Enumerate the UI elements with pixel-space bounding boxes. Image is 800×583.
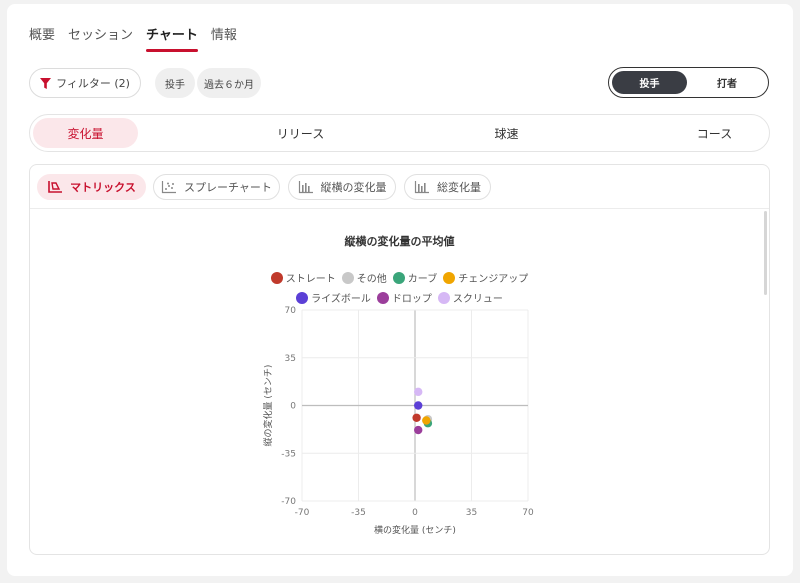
legend-label: ライズボール	[311, 294, 371, 305]
y-tick-label: 70	[285, 306, 297, 316]
chip-period[interactable]: 過去６か月	[197, 68, 261, 98]
toggle-pitcher[interactable]: 投手	[612, 71, 687, 94]
data-point	[412, 413, 421, 422]
legend-label: その他	[356, 274, 387, 285]
legend-swatch	[270, 271, 283, 284]
metric-subnav: 変化量 リリース 球速 コース	[29, 114, 770, 152]
y-tick-label: 35	[285, 354, 296, 364]
chart-title: 縦横の変化量の平均値	[344, 235, 455, 248]
data-point	[423, 414, 433, 424]
legend-label: チェンジアップ	[458, 274, 529, 285]
tab-info[interactable]: 情報	[211, 24, 237, 52]
tab-overview[interactable]: 概要	[29, 24, 55, 52]
tab-charts[interactable]: チャート	[146, 24, 198, 52]
chart-panel: マトリックス スプレーチャート 縦横の変化量 総変化量 縦横の変化量の平均値 ス…	[29, 164, 770, 555]
legend-item[interactable]: ドロップ	[376, 290, 432, 305]
legend-item[interactable]: チェンジアップ	[443, 270, 528, 285]
y-tick-label: 0	[290, 402, 296, 412]
pitcher-batter-toggle: 投手 打者	[608, 67, 769, 98]
data-point	[414, 425, 423, 435]
x-axis-label: 横の変化量 (センチ)	[374, 524, 456, 536]
y-tick-label: -70	[281, 497, 296, 507]
legend-item[interactable]: ライズボール	[296, 290, 371, 305]
panel-tab-total-movement[interactable]: 総変化量	[404, 174, 491, 200]
x-tick-label: -35	[351, 508, 366, 518]
main-tabs: 概要 セッション チャート 情報	[29, 24, 250, 52]
subnav-release[interactable]: リリース	[248, 118, 353, 148]
data-point	[422, 416, 431, 425]
subnav-velocity[interactable]: 球速	[454, 118, 559, 148]
filter-icon	[40, 77, 52, 89]
panel-tabs: マトリックス スプレーチャート 縦横の変化量 総変化量	[30, 165, 769, 209]
legend-swatch	[437, 291, 450, 304]
subnav-movement[interactable]: 変化量	[33, 118, 138, 148]
chart-legend-row-1: ストレート その他 カーブ チェンジアップ	[30, 270, 769, 285]
x-tick-label: 70	[522, 508, 534, 518]
tab-sessions[interactable]: セッション	[68, 24, 133, 52]
filter-label: フィルター (2)	[56, 77, 130, 90]
data-point	[414, 401, 423, 410]
panel-tab-label: マトリックス	[70, 181, 136, 194]
scatter-plot: -70 -35 0 35 70 -70 -35 0 35 70 横の変化量 (センチ) 縦の変化量 (…	[262, 306, 534, 536]
legend-label: ストレート	[285, 274, 336, 285]
data-point	[423, 419, 433, 428]
legend-item[interactable]: カーブ	[392, 270, 438, 285]
subnav-location[interactable]: コース	[662, 118, 767, 148]
data-point	[414, 387, 423, 397]
panel-tab-label: 縦横の変化量	[320, 181, 387, 194]
legend-label: ドロップ	[391, 294, 432, 305]
legend-swatch	[443, 271, 456, 284]
toggle-batter[interactable]: 打者	[689, 71, 765, 94]
bar-chart-icon	[414, 181, 429, 194]
panel-tab-label: 総変化量	[437, 181, 481, 194]
chip-pitcher[interactable]: 投手	[155, 68, 195, 98]
x-tick-label: 35	[466, 508, 477, 518]
x-tick-label: -70	[295, 508, 310, 518]
panel-tab-vh-movement[interactable]: 縦横の変化量	[288, 174, 396, 200]
legend-swatch	[296, 291, 309, 304]
panel-tab-label: スプレーチャート	[184, 181, 272, 194]
legend-swatch	[341, 271, 354, 284]
panel-tab-matrix[interactable]: マトリックス	[37, 174, 146, 200]
scatter-icon	[161, 181, 177, 194]
legend-swatch	[392, 271, 405, 284]
legend-item[interactable]: その他	[341, 270, 387, 285]
y-tick-label: -35	[281, 449, 296, 459]
x-tick-label: 0	[412, 508, 418, 518]
legend-item[interactable]: スクリュー	[437, 290, 503, 305]
content-card: 概要 セッション チャート 情報 フィルター (2) 投手 過去６か月 投手 打…	[7, 4, 793, 576]
filter-button[interactable]: フィルター (2)	[29, 68, 141, 98]
legend-swatch	[376, 291, 389, 304]
legend-item[interactable]: ストレート	[270, 270, 336, 285]
y-axis-label: 縦の変化量 (センチ)	[262, 365, 274, 447]
legend-label: カーブ	[407, 274, 438, 285]
chart-legend-row-2: ライズボール ドロップ スクリュー	[30, 290, 769, 305]
legend-label: スクリュー	[452, 294, 503, 305]
matrix-icon	[48, 181, 63, 193]
bar-chart-icon	[298, 181, 313, 194]
panel-tab-spray[interactable]: スプレーチャート	[153, 174, 280, 200]
